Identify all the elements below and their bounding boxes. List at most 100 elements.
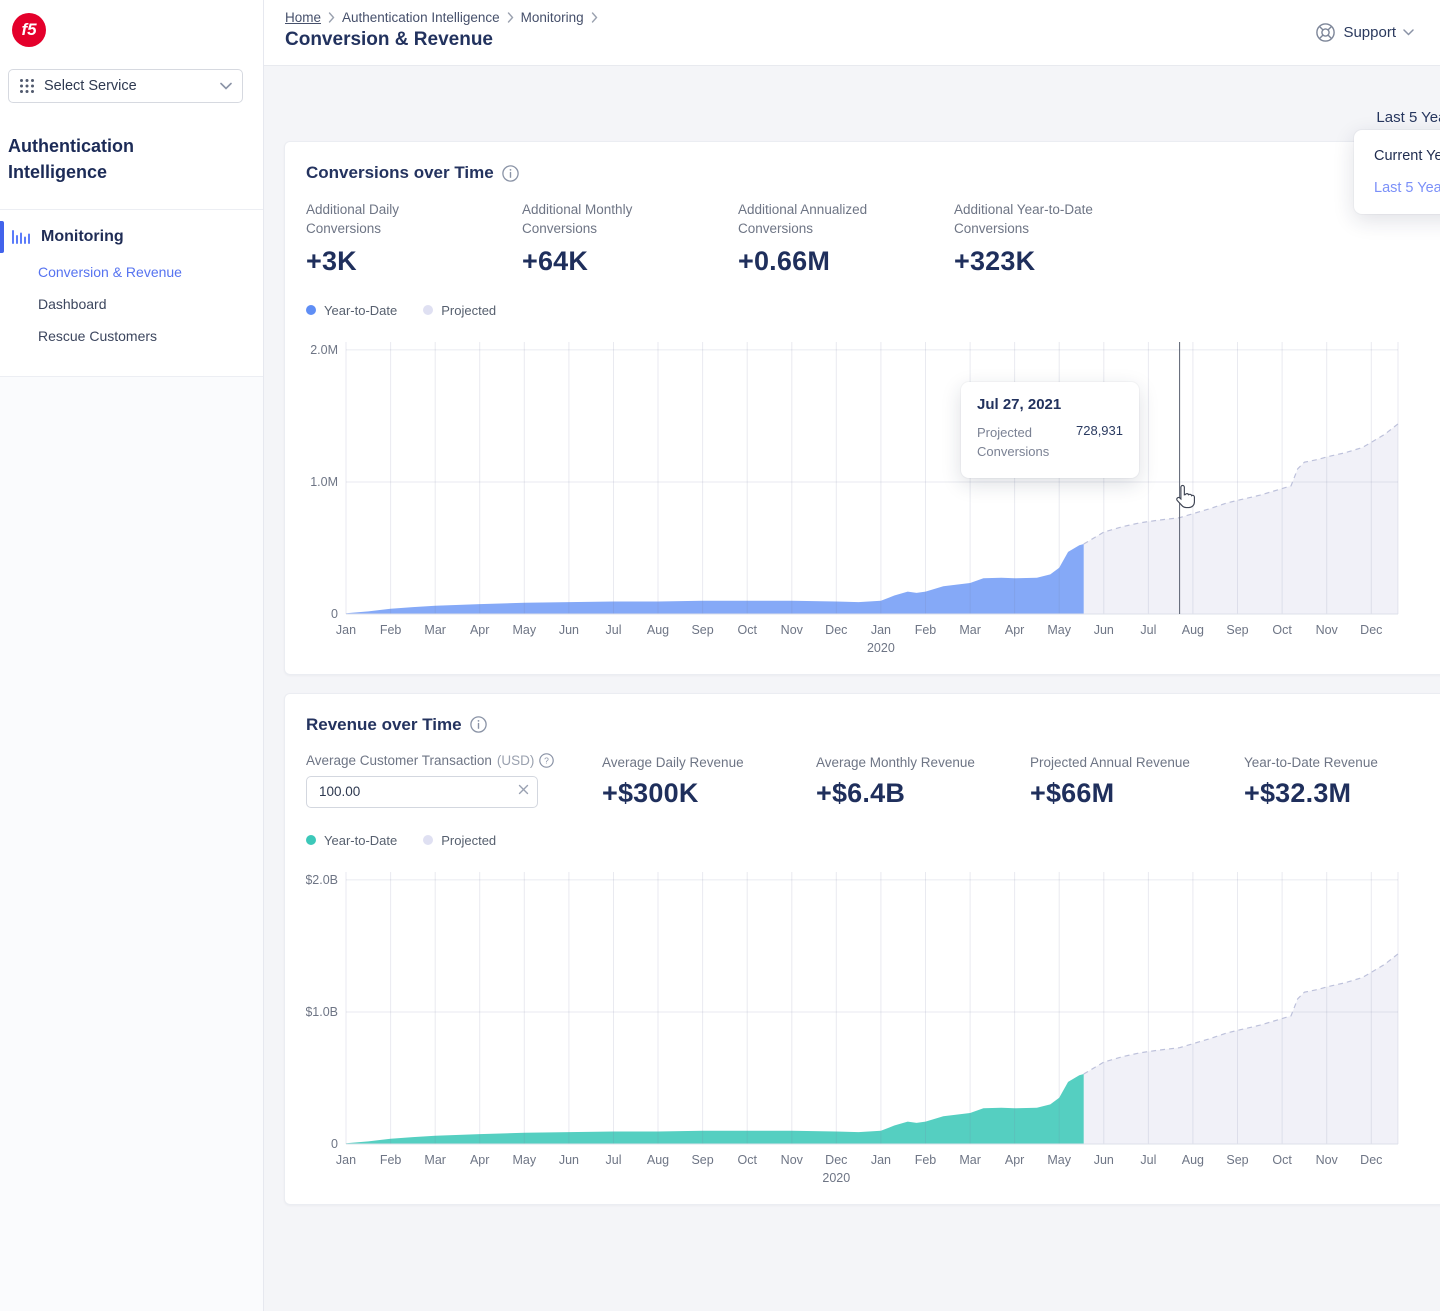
transaction-unit: (USD): [497, 753, 535, 768]
svg-text:Jan: Jan: [871, 623, 891, 637]
avg-customer-transaction-block: Average Customer Transaction (USD) ?: [306, 753, 602, 809]
breadcrumb-auth-intelligence[interactable]: Authentication Intelligence: [342, 10, 500, 25]
legend-projected[interactable]: Projected: [423, 833, 496, 848]
stat-average-daily-revenue: Average Daily Revenue +$300K: [602, 753, 816, 809]
svg-text:Dec: Dec: [1360, 623, 1382, 637]
stat-projected-annual-revenue: Projected Annual Revenue +$66M: [1030, 753, 1244, 809]
svg-text:Feb: Feb: [380, 1153, 402, 1167]
top-header: Home Authentication Intelligence Monitor…: [264, 0, 1440, 66]
svg-text:Oct: Oct: [737, 1153, 757, 1167]
main-area: Home Authentication Intelligence Monitor…: [264, 0, 1440, 1311]
tooltip-value: 728,931: [1076, 423, 1123, 462]
svg-text:2020: 2020: [867, 641, 895, 655]
conversions-card: Conversions over Time Additional Daily C…: [284, 141, 1440, 675]
svg-text:Nov: Nov: [1316, 1153, 1339, 1167]
svg-text:Jun: Jun: [559, 623, 579, 637]
svg-text:May: May: [1047, 1153, 1071, 1167]
stat-additional-annualized-conversions: Additional Annualized Conversions +0.66M: [738, 201, 954, 277]
svg-text:May: May: [1047, 623, 1071, 637]
svg-text:Dec: Dec: [825, 623, 847, 637]
breadcrumb-home[interactable]: Home: [285, 10, 321, 25]
legend-projected[interactable]: Projected: [423, 303, 496, 318]
time-range-menu: Current Year Last 5 Years: [1354, 130, 1440, 214]
chevron-right-icon: [328, 12, 335, 23]
svg-text:Nov: Nov: [1316, 623, 1339, 637]
svg-text:Mar: Mar: [959, 1153, 981, 1167]
conversions-chart-wrap: 01.0M2.0MJanFebMarAprMayJunJulAugSepOctN…: [306, 334, 1440, 656]
svg-text:2020: 2020: [822, 1171, 850, 1185]
sidebar-item-monitoring[interactable]: Monitoring: [0, 218, 263, 256]
svg-text:Mar: Mar: [424, 623, 446, 637]
svg-text:$2.0B: $2.0B: [306, 873, 338, 887]
product-title: Authentication Intelligence: [0, 103, 263, 209]
option-current-year[interactable]: Current Year: [1354, 140, 1440, 172]
legend-year-to-date[interactable]: Year-to-Date: [306, 303, 397, 318]
support-menu[interactable]: Support: [1315, 22, 1414, 43]
svg-text:Nov: Nov: [781, 623, 804, 637]
svg-text:Apr: Apr: [1005, 1153, 1024, 1167]
sidebar-item-dashboard[interactable]: Dashboard: [0, 288, 263, 320]
sidebar: f5 Select Service Authentication Intelli…: [0, 0, 264, 1311]
svg-text:Oct: Oct: [1272, 1153, 1292, 1167]
svg-text:Sep: Sep: [1226, 1153, 1248, 1167]
svg-text:Sep: Sep: [691, 623, 713, 637]
revenue-card-title: Revenue over Time: [306, 715, 462, 735]
transaction-amount-input[interactable]: [306, 776, 538, 808]
clear-input-icon[interactable]: [518, 784, 529, 795]
chevron-down-icon: [220, 82, 232, 90]
sidebar-item-conversion-revenue[interactable]: Conversion & Revenue: [0, 256, 263, 288]
svg-text:Jun: Jun: [1094, 1153, 1114, 1167]
breadcrumb-monitoring[interactable]: Monitoring: [521, 10, 584, 25]
conversions-chart[interactable]: 01.0M2.0MJanFebMarAprMayJunJulAugSepOctN…: [306, 334, 1400, 656]
info-icon[interactable]: [470, 716, 487, 733]
svg-text:Oct: Oct: [1272, 623, 1292, 637]
legend-dot: [423, 835, 433, 845]
svg-text:Jul: Jul: [1140, 1153, 1156, 1167]
tooltip-date: Jul 27, 2021: [977, 396, 1123, 413]
revenue-legend: Year-to-Date Projected: [306, 833, 1440, 848]
svg-text:Jan: Jan: [871, 1153, 891, 1167]
info-icon[interactable]: [502, 165, 519, 182]
chevron-down-icon: [1403, 29, 1414, 36]
page-title: Conversion & Revenue: [285, 29, 598, 51]
option-last-5-years[interactable]: Last 5 Years: [1354, 172, 1440, 204]
svg-text:Apr: Apr: [1005, 623, 1024, 637]
revenue-chart[interactable]: 0$1.0B$2.0BJanFebMarAprMayJunJulAugSepOc…: [306, 864, 1400, 1186]
chart-tooltip: Jul 27, 2021 Projected Conversions 728,9…: [961, 382, 1139, 478]
svg-text:Feb: Feb: [380, 623, 402, 637]
conversions-legend: Year-to-Date Projected: [306, 303, 1440, 318]
svg-text:Mar: Mar: [424, 1153, 446, 1167]
svg-text:May: May: [512, 1153, 536, 1167]
stat-ytd-revenue: Year-to-Date Revenue +$32.3M: [1244, 753, 1440, 809]
revenue-chart-wrap: 0$1.0B$2.0BJanFebMarAprMayJunJulAugSepOc…: [306, 864, 1440, 1186]
sidebar-top-section: f5 Select Service Authentication Intelli…: [0, 0, 263, 377]
svg-text:0: 0: [331, 1137, 338, 1151]
sidebar-section-label: Monitoring: [41, 228, 124, 246]
sidebar-item-rescue-customers[interactable]: Rescue Customers: [0, 320, 263, 352]
svg-text:Jan: Jan: [336, 1153, 356, 1167]
svg-text:?: ?: [544, 755, 549, 765]
svg-text:Aug: Aug: [647, 1153, 669, 1167]
select-service-dropdown[interactable]: Select Service: [8, 69, 243, 103]
chevron-right-icon: [507, 12, 514, 23]
svg-text:Jun: Jun: [559, 1153, 579, 1167]
f5-logo[interactable]: f5: [12, 13, 46, 47]
breadcrumb: Home Authentication Intelligence Monitor…: [285, 10, 598, 25]
svg-text:Jul: Jul: [1140, 623, 1156, 637]
help-icon[interactable]: ?: [539, 753, 554, 768]
svg-text:Oct: Oct: [737, 623, 757, 637]
revenue-card: Revenue over Time Average Customer Trans…: [284, 693, 1440, 1205]
stat-additional-daily-conversions: Additional Daily Conversions +3K: [306, 201, 522, 277]
stat-additional-ytd-conversions: Additional Year-to-Date Conversions +323…: [954, 201, 1170, 277]
svg-text:Apr: Apr: [470, 1153, 489, 1167]
svg-text:Apr: Apr: [470, 623, 489, 637]
svg-text:Dec: Dec: [1360, 1153, 1382, 1167]
legend-dot: [306, 835, 316, 845]
svg-text:May: May: [512, 623, 536, 637]
legend-year-to-date[interactable]: Year-to-Date: [306, 833, 397, 848]
svg-text:Feb: Feb: [915, 1153, 937, 1167]
svg-text:Feb: Feb: [915, 623, 937, 637]
svg-text:Jul: Jul: [606, 1153, 622, 1167]
svg-text:Jul: Jul: [606, 623, 622, 637]
svg-text:1.0M: 1.0M: [310, 475, 338, 489]
